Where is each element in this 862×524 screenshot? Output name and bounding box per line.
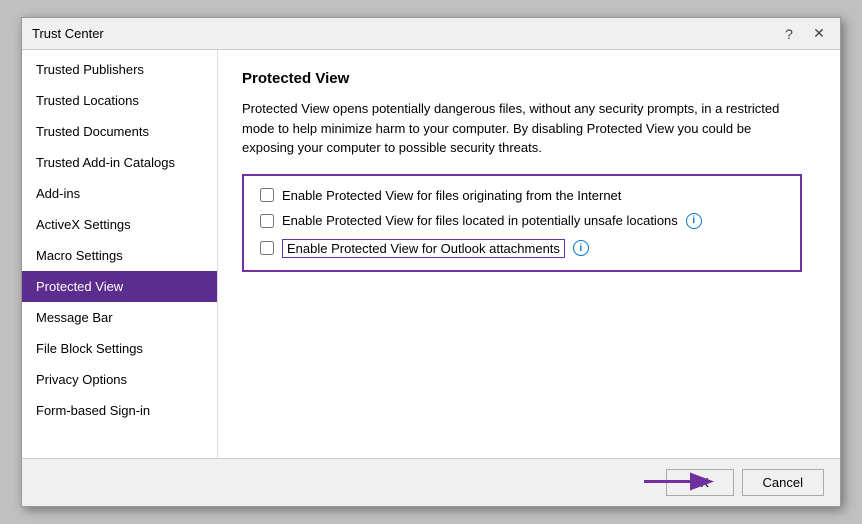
footer: OK Cancel [22, 458, 840, 506]
info-icon-outlook[interactable]: i [573, 240, 589, 256]
arrow-container [640, 463, 720, 502]
checkbox-internet[interactable] [260, 188, 274, 202]
sidebar-item-trusted-documents[interactable]: Trusted Documents [22, 116, 217, 147]
info-icon-unsafe-locations[interactable]: i [686, 213, 702, 229]
sidebar-item-message-bar[interactable]: Message Bar [22, 302, 217, 333]
sidebar-item-file-block-settings[interactable]: File Block Settings [22, 333, 217, 364]
option-row-outlook: Enable Protected View for Outlook attach… [260, 239, 784, 258]
section-title: Protected View [242, 70, 816, 87]
trust-center-dialog: Trust Center ? ✕ Trusted Publishers Trus… [21, 17, 841, 507]
sidebar: Trusted Publishers Trusted Locations Tru… [22, 50, 218, 458]
title-bar: Trust Center ? ✕ [22, 18, 840, 50]
checkbox-unsafe-locations[interactable] [260, 214, 274, 228]
option-row-internet: Enable Protected View for files originat… [260, 188, 784, 203]
sidebar-item-form-based-sign-in[interactable]: Form-based Sign-in [22, 395, 217, 426]
description-text: Protected View opens potentially dangero… [242, 99, 782, 158]
main-content: Protected View Protected View opens pote… [218, 50, 840, 458]
option-label-unsafe-locations[interactable]: Enable Protected View for files located … [282, 213, 678, 228]
sidebar-item-protected-view[interactable]: Protected View [22, 271, 217, 302]
option-label-internet[interactable]: Enable Protected View for files originat… [282, 188, 621, 203]
options-box: Enable Protected View for files originat… [242, 174, 802, 272]
sidebar-item-trusted-locations[interactable]: Trusted Locations [22, 85, 217, 116]
sidebar-item-trusted-publishers[interactable]: Trusted Publishers [22, 54, 217, 85]
checkbox-outlook[interactable] [260, 241, 274, 255]
dialog-title: Trust Center [32, 26, 104, 41]
sidebar-item-trusted-add-in-catalogs[interactable]: Trusted Add-in Catalogs [22, 147, 217, 178]
option-label-outlook[interactable]: Enable Protected View for Outlook attach… [282, 239, 565, 258]
sidebar-item-macro-settings[interactable]: Macro Settings [22, 240, 217, 271]
sidebar-item-add-ins[interactable]: Add-ins [22, 178, 217, 209]
title-bar-right: ? ✕ [778, 23, 830, 45]
help-button[interactable]: ? [778, 23, 800, 45]
cancel-button[interactable]: Cancel [742, 469, 824, 496]
sidebar-item-privacy-options[interactable]: Privacy Options [22, 364, 217, 395]
sidebar-item-activex-settings[interactable]: ActiveX Settings [22, 209, 217, 240]
option-row-unsafe-locations: Enable Protected View for files located … [260, 213, 784, 229]
ok-arrow-indicator [640, 463, 720, 499]
title-bar-left: Trust Center [32, 26, 104, 41]
dialog-body: Trusted Publishers Trusted Locations Tru… [22, 50, 840, 458]
close-button[interactable]: ✕ [808, 23, 830, 45]
